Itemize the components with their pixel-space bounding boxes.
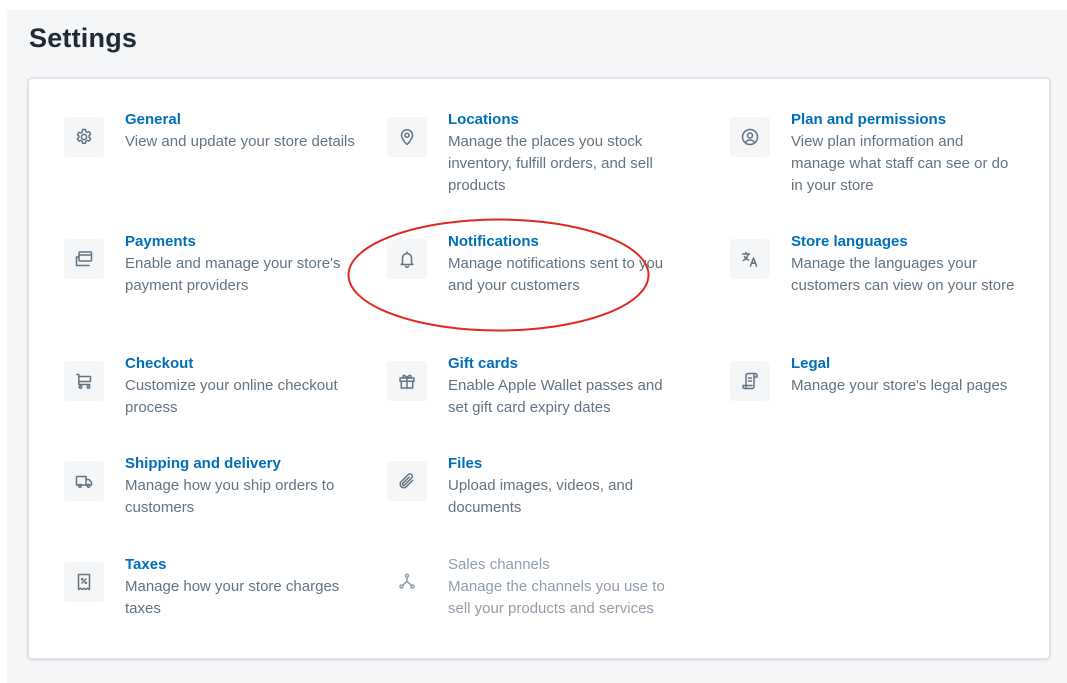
settings-item-title: Taxes <box>125 556 167 573</box>
settings-item-description: Manage the channels you use to sell your… <box>448 578 665 617</box>
settings-item-description: Enable Apple Wallet passes and set gift … <box>448 377 663 416</box>
bell-icon <box>387 239 427 279</box>
settings-item-title: Store languages <box>791 233 908 250</box>
gift-icon <box>387 361 427 401</box>
settings-item-title: Files <box>448 455 483 472</box>
paperclip-icon <box>387 461 427 501</box>
settings-item-description: Upload images, videos, and documents <box>448 477 634 516</box>
settings-item-title: Notifications <box>448 233 539 250</box>
page-title: Settings <box>29 23 138 53</box>
cart-icon <box>64 361 104 401</box>
gear-icon <box>64 117 104 157</box>
settings-item-description: Manage your store's legal pages <box>791 377 1008 394</box>
settings-item-description: View and update your store details <box>125 133 355 150</box>
user-circle-icon <box>730 117 770 157</box>
translate-icon <box>730 239 770 279</box>
settings-item-title: Payments <box>125 233 196 250</box>
settings-item-title: Checkout <box>125 355 194 372</box>
credit-card-icon <box>64 239 104 279</box>
settings-item-description: Customize your online checkout process <box>125 377 338 416</box>
settings-item-description: Manage the languages your customers can … <box>791 255 1015 294</box>
settings-item-title: Gift cards <box>448 355 519 372</box>
tax-receipt-icon <box>64 562 104 602</box>
map-pin-icon <box>387 117 427 157</box>
settings-item-description: View plan information and manage what st… <box>791 133 1009 194</box>
truck-icon <box>64 461 104 501</box>
settings-item-description: Enable and manage your store's payment p… <box>125 255 341 294</box>
settings-item-title: Sales channels <box>448 556 550 573</box>
settings-item-description: Manage the places you stock inventory, f… <box>448 133 653 194</box>
settings-item-title: Plan and permissions <box>791 111 947 128</box>
settings-item-description: Manage how you ship orders to customers <box>125 477 335 516</box>
settings-item-description: Manage notifications sent to you and you… <box>448 255 664 294</box>
channels-icon <box>387 562 427 602</box>
settings-item-description: Manage how your store charges taxes <box>125 578 340 617</box>
settings-item-title: Legal <box>791 355 831 372</box>
document-icon <box>730 361 770 401</box>
settings-item-title: Shipping and delivery <box>125 455 281 472</box>
settings-item-title: General <box>125 111 181 128</box>
settings-card: General View and update your store detai… <box>28 78 1050 659</box>
settings-item-title: Locations <box>448 111 519 128</box>
